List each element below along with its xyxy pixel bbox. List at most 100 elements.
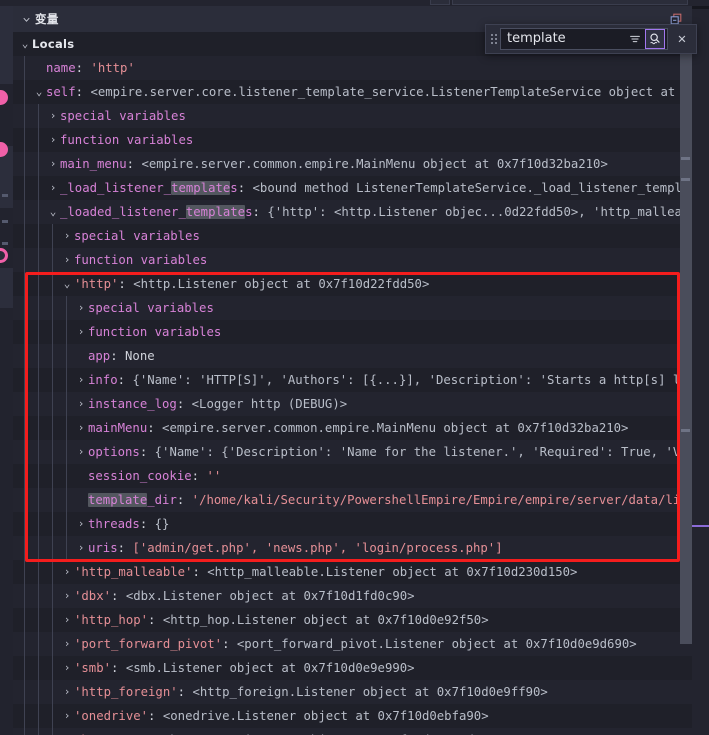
variables-tree-row[interactable]: › special variables — [13, 296, 692, 320]
variable-name: 'http_foreign' — [74, 685, 178, 699]
expand-toggle-icon[interactable]: › — [60, 584, 74, 608]
search-match: template — [185, 205, 246, 219]
variables-tree-row[interactable]: ›session_cookie: '' — [13, 464, 692, 488]
variable-name: threads — [88, 517, 140, 531]
expand-toggle-icon[interactable]: › — [74, 536, 88, 560]
variable-name: options — [88, 445, 140, 459]
variable-value: {'Name': 'HTTP[S]', 'Authors': [{...}], … — [132, 373, 692, 387]
expand-toggle-icon[interactable]: › — [74, 320, 88, 344]
variable-name: 'port_forward_pivot' — [74, 637, 223, 651]
variables-tree-row[interactable]: ⌄ self: <empire.server.core.listener_temp… — [13, 80, 692, 104]
variables-tree-row[interactable]: › _load_listener_templates: <bound method… — [13, 176, 692, 200]
expand-toggle-icon[interactable]: › — [60, 632, 74, 656]
find-input-box[interactable]: template — [500, 28, 668, 50]
variables-find-widget[interactable]: template ✕ — [485, 24, 697, 54]
variable-name: 'smb' — [74, 661, 112, 675]
panel-title: 变量 — [35, 12, 59, 26]
expand-toggle-icon[interactable]: › — [74, 440, 88, 464]
variables-tree-row[interactable]: › function variables — [13, 128, 692, 152]
variables-tree-row[interactable]: › info: {'Name': 'HTTP[S]', 'Authors': [{… — [13, 368, 692, 392]
variables-tree-row[interactable]: ›'onedrive': <onedrive.Listener object a… — [13, 704, 692, 728]
expand-toggle-icon[interactable]: › — [60, 728, 74, 735]
expand-toggle-icon[interactable]: › — [60, 560, 74, 584]
expand-toggle-icon[interactable]: › — [74, 392, 88, 416]
variables-tree-row[interactable]: ›'http_foreign': <http_foreign.Listener … — [13, 680, 692, 704]
variables-tree-row[interactable]: ›name: 'http' — [13, 56, 692, 80]
variables-tree-row[interactable]: › instance_log: <Logger http (DEBUG)> — [13, 392, 692, 416]
vertical-scrollbar[interactable] — [680, 32, 692, 735]
expand-toggle-icon[interactable]: › — [74, 416, 88, 440]
variables-tree-row[interactable]: › threads: {} — [13, 512, 692, 536]
expand-toggle-icon[interactable]: ⌄ — [46, 200, 60, 224]
search-input[interactable]: template — [507, 29, 625, 49]
expand-toggle-icon[interactable]: › — [46, 128, 60, 152]
close-icon[interactable]: ✕ — [672, 29, 692, 49]
variables-tree-row[interactable]: ›template_dir: '/home/kali/Security/Powe… — [13, 488, 692, 512]
variables-panel: 变量 ⌄Locals›name: 'http'⌄self: <empire.se… — [13, 6, 692, 735]
filter-icon[interactable] — [625, 29, 645, 49]
variables-tree-row[interactable]: ›'http_hop': <http_hop.Listener object a… — [13, 608, 692, 632]
variable-separator: : — [148, 613, 163, 627]
expand-toggle-icon[interactable]: › — [46, 152, 60, 176]
expand-toggle-icon[interactable]: ⌄ — [18, 32, 32, 56]
variable-value: <bound method ListenerTemplateService._l… — [252, 181, 692, 195]
variables-tree-row[interactable]: ›'smb': <smb.Listener object at 0x7f10d0… — [13, 656, 692, 680]
fuzzy-match-icon[interactable] — [645, 29, 665, 49]
search-match: template — [88, 493, 148, 507]
variable-value: {'Name': {'Description': 'Name for the l… — [154, 445, 692, 459]
variable-name: info — [88, 373, 118, 387]
breakpoint-marker[interactable] — [0, 248, 8, 263]
variables-tree-row[interactable]: ›'port_forward_pivot': <port_forward_piv… — [13, 632, 692, 656]
expand-toggle-icon[interactable]: › — [74, 512, 88, 536]
variables-tree-row[interactable]: ›app: None — [13, 344, 692, 368]
variables-tree-row[interactable]: › function variables — [13, 248, 692, 272]
variable-name: mainMenu — [88, 421, 148, 435]
variable-name: function variables — [74, 253, 208, 267]
variables-tree-row[interactable]: ⌄ _loaded_listener_templates: {'http': <h… — [13, 200, 692, 224]
variable-name: _loaded_listener_templates — [60, 205, 253, 219]
variable-separator: : — [118, 277, 134, 291]
variable-name: function variables — [88, 325, 222, 339]
variables-tree-row[interactable]: › mainMenu: <empire.server.common.empire.… — [13, 416, 692, 440]
expand-toggle-icon[interactable]: › — [46, 104, 60, 128]
variable-name: special variables — [60, 109, 186, 123]
expand-toggle-icon[interactable]: › — [46, 176, 60, 200]
variable-value: '/home/kali/Security/PowershellEmpire/Em… — [191, 493, 692, 507]
variable-separator: : — [139, 445, 155, 459]
expand-toggle-icon[interactable]: › — [60, 224, 74, 248]
indent-guide — [66, 296, 67, 560]
chevron-down-icon[interactable] — [19, 12, 33, 26]
gutter-tick — [2, 220, 8, 223]
scrollbar-thumb[interactable] — [680, 32, 692, 644]
variables-tree-row[interactable]: › special variables — [13, 224, 692, 248]
expand-toggle-icon[interactable]: ⌄ — [60, 272, 74, 296]
variables-tree-row[interactable]: › special variables — [13, 104, 692, 128]
variable-separator: : — [222, 637, 237, 651]
breakpoint-marker[interactable] — [0, 90, 8, 105]
variables-tree[interactable]: ⌄Locals›name: 'http'⌄self: <empire.serve… — [13, 32, 692, 735]
variables-tree-row[interactable]: ›'http_malleable': <http_malleable.Liste… — [13, 560, 692, 584]
drag-handle-icon[interactable] — [488, 29, 500, 49]
expand-toggle-icon[interactable]: › — [60, 248, 74, 272]
expand-toggle-icon[interactable]: › — [74, 296, 88, 320]
variable-separator: : — [192, 565, 208, 579]
variables-tree-row[interactable]: ›'http_com': <http_com.Listener object a… — [13, 728, 692, 735]
editor-breakpoint-gutter[interactable] — [0, 6, 13, 735]
variables-tree-row[interactable]: ›'dbx': <dbx.Listener object at 0x7f10d1… — [13, 584, 692, 608]
variable-value: ['admin/get.php', 'news.php', 'login/pro… — [132, 541, 503, 555]
variables-tree-row[interactable]: ⌄'http': <http.Listener object at 0x7f10… — [13, 272, 692, 296]
expand-toggle-icon[interactable]: › — [60, 680, 74, 704]
expand-toggle-icon[interactable]: ⌄ — [32, 80, 46, 104]
expand-toggle-icon[interactable]: › — [60, 656, 74, 680]
variables-tree-row[interactable]: › uris: ['admin/get.php', 'news.php', 'lo… — [13, 536, 692, 560]
expand-toggle-icon[interactable]: › — [60, 608, 74, 632]
variables-tree-row[interactable]: › main_menu: <empire.server.common.empire… — [13, 152, 692, 176]
variable-separator: : — [148, 709, 163, 723]
variable-value: None — [125, 349, 155, 363]
variable-separator: : — [75, 61, 91, 75]
expand-toggle-icon[interactable]: › — [74, 368, 88, 392]
expand-toggle-icon[interactable]: › — [60, 704, 74, 728]
variables-tree-row[interactable]: › function variables — [13, 320, 692, 344]
variable-name: 'http_malleable' — [74, 565, 193, 579]
variables-tree-row[interactable]: › options: {'Name': {'Description': 'Name… — [13, 440, 692, 464]
